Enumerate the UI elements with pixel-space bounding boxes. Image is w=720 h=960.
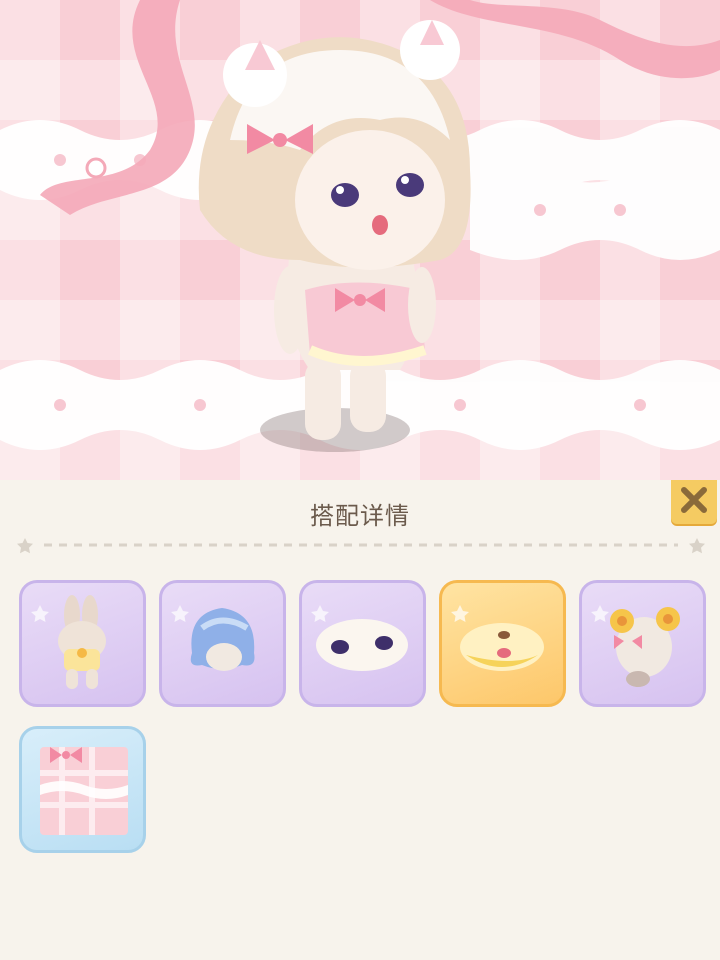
yellow-mouth-icon (451, 605, 544, 671)
sleepy-eyes-icon (311, 605, 408, 671)
pink-plaid-background-icon (40, 747, 128, 835)
flower-ears-icon (591, 605, 680, 687)
blue-hair-icon (171, 605, 255, 671)
outfit-detail-panel: 搭配详情 (0, 480, 720, 960)
item-slot-1[interactable] (19, 580, 146, 707)
character-preview (0, 0, 720, 480)
panel-title: 搭配详情 (310, 502, 410, 530)
item-slot-5[interactable] (579, 580, 706, 707)
divider (17, 538, 705, 554)
item-slot-2[interactable] (159, 580, 286, 707)
close-icon (681, 487, 707, 513)
bunny-outfit-icon (31, 595, 106, 689)
close-button[interactable] (671, 480, 717, 524)
item-slot-3[interactable] (299, 580, 426, 707)
item-slot-4[interactable] (439, 580, 566, 707)
item-slot-6[interactable] (19, 726, 146, 853)
scene-background (0, 0, 720, 452)
